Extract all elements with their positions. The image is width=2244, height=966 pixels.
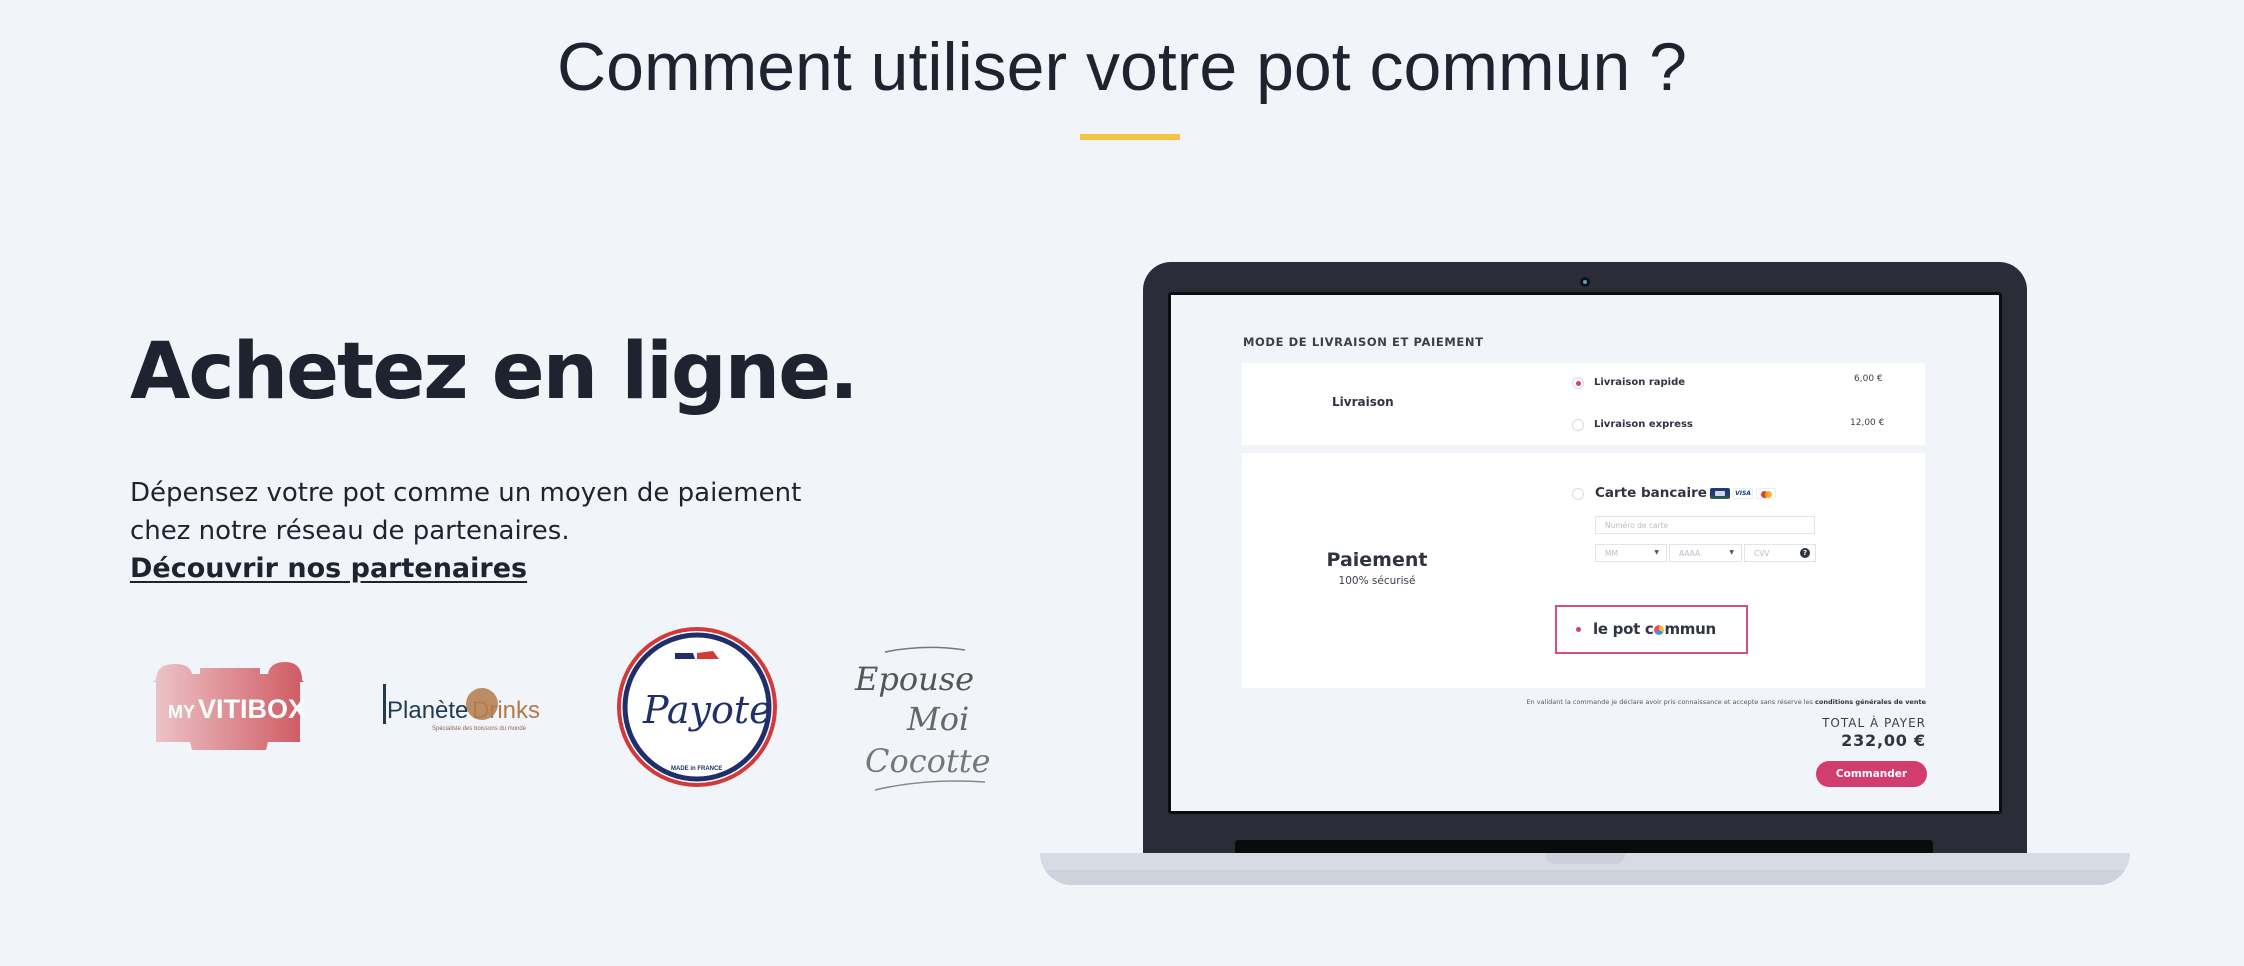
partner-logo-planete-drinks[interactable]: Planète Drinks Spécialiste des boissons … [380,680,550,740]
laptop-base [1040,853,2130,885]
card-brand-icons: VISA [1710,488,1776,499]
cgv-link[interactable]: conditions générales de vente [1815,698,1926,706]
radio-livraison-rapide[interactable] [1572,377,1584,389]
cgv-notice: En validant la commande je déclare avoir… [1526,698,1926,706]
expiry-month-placeholder: MM [1605,549,1618,558]
payment-secure-label: 100% sécurisé [1338,575,1416,587]
total-value: 232,00 € [1841,731,1926,750]
visa-card-icon: VISA [1733,488,1753,499]
expiry-year-select[interactable]: AAAA ▼ [1669,544,1742,562]
price-livraison-rapide: 6,00 € [1854,374,1883,384]
cb-card-icon [1710,488,1730,499]
checkout-title: MODE DE LIVRAISON ET PAIEMENT [1243,335,1484,349]
card-number-input[interactable]: Numéro de carte [1595,516,1815,534]
expiry-year-placeholder: AAAA [1679,549,1701,558]
cvv-placeholder: CVV [1754,549,1770,558]
left-column: Achetez en ligne. Dépensez votre pot com… [130,327,890,588]
partner-logo-vitibox[interactable]: MY VITIBOX [150,660,308,752]
mastercard-icon [1756,488,1776,499]
description-line-1: Dépensez votre pot comme un moyen de pai… [130,477,802,508]
price-livraison-express: 12,00 € [1850,418,1885,428]
partners-link[interactable]: Découvrir nos partenaires [130,550,527,588]
description-line-2: chez notre réseau de partenaires. [130,515,570,546]
vitibox-name: VITIBOX [198,694,306,724]
cvv-input[interactable]: CVV ? [1744,544,1816,562]
delivery-label: Livraison [1332,395,1394,409]
cocotte-line2: Moi [906,700,969,738]
drinks-word: Drinks [472,697,540,724]
commander-button[interactable]: Commander [1816,761,1927,787]
payote-made-in: MADE in FRANCE [671,766,722,772]
description: Dépensez votre pot comme un moyen de pai… [130,474,890,588]
cocotte-line3: Cocotte [865,742,991,780]
option-carte-bancaire[interactable]: Carte bancaire [1595,485,1707,501]
vitibox-my: MY [168,702,195,722]
laptop-screen: MODE DE LIVRAISON ET PAIEMENT Livraison … [1171,295,1999,811]
help-icon[interactable]: ? [1800,548,1810,558]
payment-card: Paiement 100% sécurisé Carte bancaire VI… [1242,453,1925,688]
pot-commun-logo: le pot c mmun [1593,620,1716,638]
expiry-month-select[interactable]: MM ▼ [1595,544,1667,562]
partner-logo-epouse-moi-cocotte[interactable]: Epouse Moi Cocotte [845,640,1015,800]
laptop-lid: MODE DE LIVRAISON ET PAIEMENT Livraison … [1143,262,2027,862]
delivery-card: Livraison Livraison rapide 6,00 € Livrai… [1242,363,1925,445]
caret-down-icon: ▼ [1654,549,1659,556]
planete-tagline: Spécialiste des boissons du monde [432,726,527,732]
payote-script: Payote [642,688,772,732]
section-title: Comment utiliser votre pot commun ? [557,29,1687,105]
option-livraison-express[interactable]: Livraison express [1594,419,1693,430]
headline: Achetez en ligne. [130,327,859,417]
option-livraison-rapide[interactable]: Livraison rapide [1594,377,1685,388]
laptop-hinge [1235,840,1933,854]
radio-livraison-express[interactable] [1572,419,1584,431]
radio-carte-bancaire[interactable] [1572,488,1584,500]
partner-logos: MY VITIBOX Planète Drinks Spécialiste de… [130,620,1030,800]
radio-pot-commun[interactable] [1573,624,1585,636]
pot-commun-text-before: le pot c [1593,620,1654,638]
cgv-text: En validant la commande je déclare avoir… [1526,698,1813,706]
camera-icon [1580,277,1590,287]
cocotte-line1: Epouse [854,660,974,698]
partner-logo-payote[interactable]: Payote MADE in FRANCE [615,625,780,790]
planete-word: Planète [387,697,468,724]
laptop-notch [1545,853,1625,864]
option-pot-commun[interactable]: le pot c mmun [1555,605,1748,654]
payment-label: Paiement [1326,549,1428,571]
pot-commun-text-after: mmun [1664,620,1716,638]
title-underline [1080,134,1180,140]
caret-down-icon: ▼ [1729,549,1734,556]
pot-commun-o-icon [1653,625,1664,635]
total-label: TOTAL À PAYER [1822,716,1926,730]
